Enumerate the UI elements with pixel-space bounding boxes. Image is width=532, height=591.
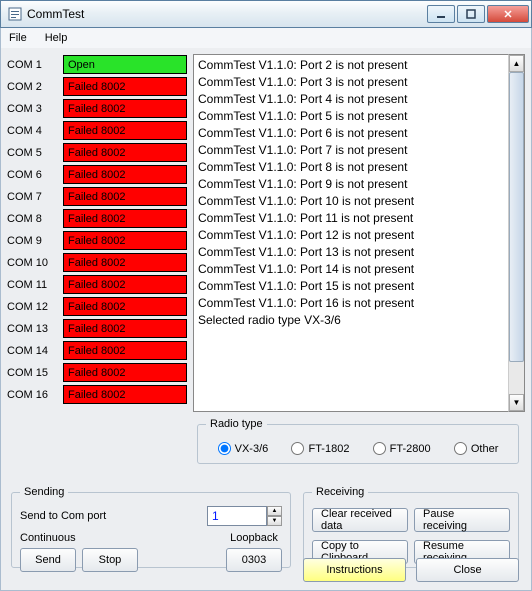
port-status: Failed 8002 (63, 209, 187, 228)
port-status: Failed 8002 (63, 341, 187, 360)
port-row: COM 10Failed 8002 (7, 252, 187, 273)
menubar: File Help (0, 28, 532, 48)
port-row: COM 14Failed 8002 (7, 340, 187, 361)
radio-label: VX-3/6 (235, 443, 269, 455)
clear-received-button[interactable]: Clear received data (312, 508, 408, 532)
port-row: COM 16Failed 8002 (7, 384, 187, 405)
close-button[interactable]: Close (416, 558, 519, 582)
titlebar[interactable]: CommTest (0, 0, 532, 28)
port-status: Failed 8002 (63, 187, 187, 206)
log-textarea[interactable]: CommTest V1.1.0: Port 2 is not present C… (193, 54, 508, 412)
radio-input[interactable] (218, 442, 231, 455)
receiving-group: Receiving Clear received data Pause rece… (303, 486, 519, 568)
port-row: COM 8Failed 8002 (7, 208, 187, 229)
port-row: COM 5Failed 8002 (7, 142, 187, 163)
port-label: COM 6 (7, 169, 63, 181)
spin-up-button[interactable]: ▲ (267, 506, 282, 516)
stop-button[interactable]: Stop (82, 548, 138, 572)
port-label: COM 13 (7, 323, 63, 335)
port-row: COM 11Failed 8002 (7, 274, 187, 295)
log-scrollbar[interactable]: ▲ ▼ (508, 54, 525, 412)
port-label: COM 14 (7, 345, 63, 357)
radio-option[interactable]: FT-2800 (373, 442, 431, 455)
com-port-input[interactable] (207, 506, 267, 526)
port-row: COM 4Failed 8002 (7, 120, 187, 141)
client-area: COM 1OpenCOM 2Failed 8002COM 3Failed 800… (0, 48, 532, 591)
port-label: COM 10 (7, 257, 63, 269)
port-row: COM 13Failed 8002 (7, 318, 187, 339)
port-row: COM 12Failed 8002 (7, 296, 187, 317)
port-row: COM 3Failed 8002 (7, 98, 187, 119)
app-icon (7, 6, 23, 22)
receiving-legend: Receiving (312, 486, 368, 498)
sending-legend: Sending (20, 486, 68, 498)
port-status: Failed 8002 (63, 385, 187, 404)
port-label: COM 9 (7, 235, 63, 247)
scroll-up-button[interactable]: ▲ (509, 55, 524, 72)
sending-group: Sending Send to Com port ▲ ▼ Continuous … (11, 486, 291, 568)
pause-receiving-button[interactable]: Pause receiving (414, 508, 510, 532)
port-status: Failed 8002 (63, 231, 187, 250)
port-label: COM 7 (7, 191, 63, 203)
close-window-button[interactable] (487, 5, 529, 23)
menu-help[interactable]: Help (41, 30, 72, 46)
port-status: Failed 8002 (63, 99, 187, 118)
radio-input[interactable] (291, 442, 304, 455)
scroll-track[interactable] (509, 72, 524, 394)
port-status: Failed 8002 (63, 165, 187, 184)
radio-label: Other (471, 443, 499, 455)
minimize-button[interactable] (427, 5, 455, 23)
port-row: COM 7Failed 8002 (7, 186, 187, 207)
radio-type-group: Radio type VX-3/6 FT-1802 FT-2800 Other (197, 418, 519, 464)
port-label: COM 5 (7, 147, 63, 159)
port-status: Failed 8002 (63, 319, 187, 338)
port-status: Failed 8002 (63, 77, 187, 96)
loopback-button[interactable]: 0303 (226, 548, 282, 572)
scroll-thumb[interactable] (509, 72, 524, 362)
port-label: COM 3 (7, 103, 63, 115)
port-row: COM 9Failed 8002 (7, 230, 187, 251)
scroll-down-button[interactable]: ▼ (509, 394, 524, 411)
port-status: Failed 8002 (63, 121, 187, 140)
radio-label: FT-2800 (390, 443, 431, 455)
port-label: COM 4 (7, 125, 63, 137)
port-label: COM 2 (7, 81, 63, 93)
radio-option[interactable]: VX-3/6 (218, 442, 269, 455)
port-row: COM 1Open (7, 54, 187, 75)
port-label: COM 12 (7, 301, 63, 313)
loopback-label: Loopback (230, 532, 278, 544)
port-status: Failed 8002 (63, 143, 187, 162)
log-content: CommTest V1.1.0: Port 2 is not present C… (198, 57, 504, 329)
port-label: COM 15 (7, 367, 63, 379)
port-status: Failed 8002 (63, 253, 187, 272)
spin-down-button[interactable]: ▼ (267, 516, 282, 526)
port-status: Open (63, 55, 187, 74)
maximize-button[interactable] (457, 5, 485, 23)
port-row: COM 2Failed 8002 (7, 76, 187, 97)
port-list: COM 1OpenCOM 2Failed 8002COM 3Failed 800… (7, 54, 187, 412)
window-title: CommTest (27, 7, 427, 21)
instructions-button[interactable]: Instructions (303, 558, 406, 582)
send-button[interactable]: Send (20, 548, 76, 572)
sendto-label: Send to Com port (20, 510, 106, 522)
radio-input[interactable] (373, 442, 386, 455)
port-status: Failed 8002 (63, 297, 187, 316)
radio-input[interactable] (454, 442, 467, 455)
radio-option[interactable]: Other (454, 442, 499, 455)
port-row: COM 6Failed 8002 (7, 164, 187, 185)
port-status: Failed 8002 (63, 363, 187, 382)
port-label: COM 16 (7, 389, 63, 401)
port-label: COM 8 (7, 213, 63, 225)
radio-option[interactable]: FT-1802 (291, 442, 349, 455)
port-row: COM 15Failed 8002 (7, 362, 187, 383)
port-label: COM 1 (7, 59, 63, 71)
radio-type-legend: Radio type (206, 418, 267, 430)
menu-file[interactable]: File (5, 30, 31, 46)
port-label: COM 11 (7, 279, 63, 291)
radio-label: FT-1802 (308, 443, 349, 455)
com-port-spinner[interactable]: ▲ ▼ (207, 506, 282, 526)
port-status: Failed 8002 (63, 275, 187, 294)
continuous-label: Continuous (20, 532, 138, 544)
